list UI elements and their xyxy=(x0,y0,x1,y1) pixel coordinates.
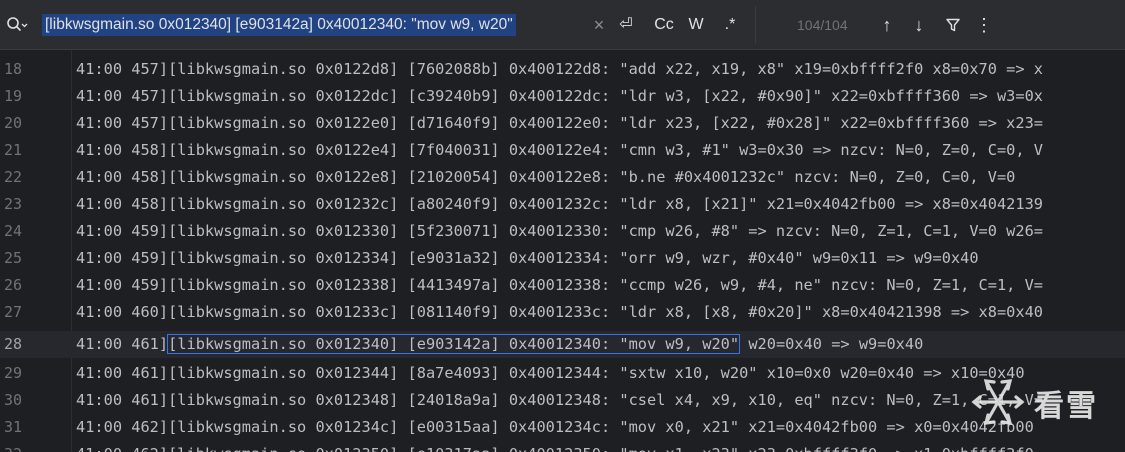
line-text[interactable]: 41:00 458][libkwsgmain.so 0x0122e8] [210… xyxy=(76,164,1015,191)
line-number: 24 xyxy=(3,222,22,240)
editor-area[interactable]: 18 41:00 457][libkwsgmain.so 0x0122d8] [… xyxy=(0,50,1125,452)
search-query[interactable]: [libkwsgmain.so 0x012340] [e903142a] 0x4… xyxy=(42,14,516,36)
line-text[interactable]: 41:00 457][libkwsgmain.so 0x0122dc] [c39… xyxy=(76,83,1043,110)
filter-icon xyxy=(946,18,960,32)
line-number: 27 xyxy=(3,303,22,321)
match-case-button[interactable]: Cc xyxy=(650,13,678,37)
line-text[interactable]: 41:00 462][libkwsgmain.so 0x01234c] [e00… xyxy=(76,414,1034,441)
line-number: 22 xyxy=(3,168,22,186)
code-line[interactable]: 22 41:00 458][libkwsgmain.so 0x0122e8] [… xyxy=(0,164,1125,191)
whole-words-button[interactable]: W xyxy=(684,13,708,37)
line-text[interactable]: 41:00 461][libkwsgmain.so 0x012344] [8a7… xyxy=(76,360,1025,387)
line-number: 19 xyxy=(3,87,22,105)
match-count: 104/104 xyxy=(797,17,848,33)
code-line[interactable]: 31 41:00 462][libkwsgmain.so 0x01234c] [… xyxy=(0,414,1125,441)
line-number: 21 xyxy=(3,141,22,159)
line-text[interactable]: 41:00 458][libkwsgmain.so 0x0122e4] [7f0… xyxy=(76,137,1043,164)
line-number: 32 xyxy=(0,441,22,452)
line-text[interactable]: 41:00 457][libkwsgmain.so 0x0122d8] [760… xyxy=(76,56,1043,83)
code-line[interactable]: 19 41:00 457][libkwsgmain.so 0x0122dc] [… xyxy=(0,83,1125,110)
line-prefix: 41:00 461] xyxy=(76,335,169,353)
line-text[interactable]: 41:00 461][libkwsgmain.so 0x012340] [e90… xyxy=(76,331,923,358)
line-text[interactable]: 41:00 459][libkwsgmain.so 0x012334] [e90… xyxy=(76,245,979,272)
line-number: 29 xyxy=(3,364,22,382)
line-text[interactable]: 41:00 459][libkwsgmain.so 0x012330] [5f2… xyxy=(76,218,1043,245)
clear-search-button[interactable]: × xyxy=(590,13,608,37)
code-line[interactable]: 27 41:00 460][libkwsgmain.so 0x01233c] [… xyxy=(0,299,1125,326)
more-options-button[interactable]: ⋮ xyxy=(974,13,994,37)
code-line[interactable]: 26 41:00 459][libkwsgmain.so 0x012338] [… xyxy=(0,272,1125,299)
regex-button[interactable]: .* xyxy=(716,13,744,37)
code-line[interactable]: 23 41:00 458][libkwsgmain.so 0x01232c] [… xyxy=(0,191,1125,218)
code-line[interactable]: 29 41:00 461][libkwsgmain.so 0x012344] [… xyxy=(0,360,1125,387)
filter-button[interactable] xyxy=(942,13,964,37)
line-text[interactable]: 41:00 457][libkwsgmain.so 0x0122e0] [d71… xyxy=(76,110,1043,137)
line-number: 23 xyxy=(3,195,22,213)
line-number: 25 xyxy=(3,249,22,267)
next-match-button[interactable]: ↓ xyxy=(908,13,930,37)
find-bar: [libkwsgmain.so 0x012340] [e903142a] 0x4… xyxy=(0,0,1125,50)
separator xyxy=(755,6,756,44)
line-text[interactable]: 41:00 461][libkwsgmain.so 0x012348] [240… xyxy=(76,387,1043,414)
line-number: 30 xyxy=(3,391,22,409)
line-number: 28 xyxy=(3,335,22,353)
newline-icon[interactable]: ⏎ xyxy=(614,13,638,37)
line-text[interactable]: 41:00 459][libkwsgmain.so 0x012338] [441… xyxy=(76,272,1043,299)
line-suffix: w20=0x40 => w9=0x40 xyxy=(739,335,924,353)
watermark-text: 看雪 xyxy=(1034,389,1098,424)
current-code-line[interactable]: 28 41:00 461][libkwsgmain.so 0x012340] [… xyxy=(0,331,1125,358)
search-input[interactable]: [libkwsgmain.so 0x012340] [e903142a] 0x4… xyxy=(42,14,516,36)
code-line[interactable]: 20 41:00 457][libkwsgmain.so 0x0122e0] [… xyxy=(0,110,1125,137)
search-match-highlight[interactable]: [libkwsgmain.so 0x012340] [e903142a] 0x4… xyxy=(167,334,741,354)
line-text[interactable]: 41:00 458][libkwsgmain.so 0x01232c] [a80… xyxy=(76,191,1043,218)
trace-viewer-window: [libkwsgmain.so 0x012340] [e903142a] 0x4… xyxy=(0,0,1125,452)
line-number: 20 xyxy=(3,114,22,132)
code-line[interactable]: 30 41:00 461][libkwsgmain.so 0x012348] [… xyxy=(0,387,1125,414)
code-line[interactable]: 25 41:00 459][libkwsgmain.so 0x012334] [… xyxy=(0,245,1125,272)
line-number: 31 xyxy=(3,418,22,436)
code-line[interactable]: 24 41:00 459][libkwsgmain.so 0x012330] [… xyxy=(0,218,1125,245)
line-text[interactable]: 41:00 460][libkwsgmain.so 0x01233c] [081… xyxy=(76,299,1043,326)
code-line[interactable]: 21 41:00 458][libkwsgmain.so 0x0122e4] [… xyxy=(0,137,1125,164)
code-line[interactable]: 18 41:00 457][libkwsgmain.so 0x0122d8] [… xyxy=(0,56,1125,83)
search-icon[interactable] xyxy=(6,16,28,34)
previous-match-button[interactable]: ↑ xyxy=(876,13,898,37)
line-number: 26 xyxy=(3,276,22,294)
line-number: 18 xyxy=(3,60,22,78)
code-line[interactable]: 32 41:00 462][libkwsgmain.so 0x012350] [… xyxy=(0,441,1125,452)
line-text[interactable]: 41:00 462][libkwsgmain.so 0x012350] [e10… xyxy=(76,441,1034,452)
